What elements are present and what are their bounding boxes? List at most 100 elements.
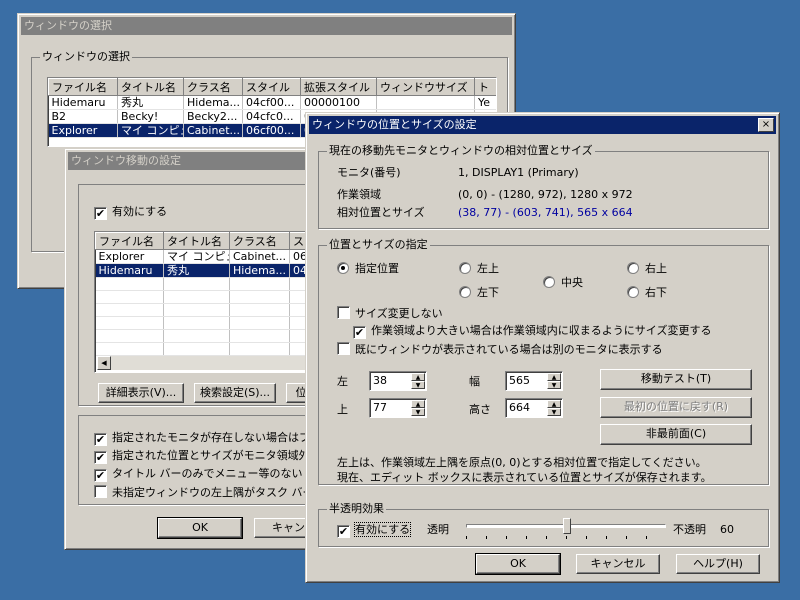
cancel-button[interactable]: キャンセル xyxy=(576,554,660,574)
height-input[interactable]: 664 ▲ ▼ xyxy=(505,398,563,418)
radio-label: 右上 xyxy=(645,262,667,275)
cell-title: 秀丸 xyxy=(117,95,184,110)
spin-up-icon[interactable]: ▲ xyxy=(547,400,561,408)
relpos-value: (38, 77) - (603, 741), 565 x 664 xyxy=(458,206,633,219)
window-select-titlebar[interactable]: ウィンドウの選択 xyxy=(21,17,512,35)
column-header-style[interactable]: スタイル xyxy=(242,78,301,96)
column-header-title[interactable]: タイトル名 xyxy=(117,78,184,96)
top-input[interactable]: 77 ▲ ▼ xyxy=(369,398,427,418)
spin-down-icon[interactable]: ▼ xyxy=(547,408,561,416)
cell-title: マイ コンピュ... xyxy=(163,249,230,264)
no-resize-checkbox[interactable]: サイズ変更しない xyxy=(337,306,443,321)
radio-bottom-right[interactable]: 右下 xyxy=(627,286,667,300)
radio-icon xyxy=(627,262,639,274)
radio-icon xyxy=(627,286,639,298)
fit-resize-label: 作業領域より大きい場合は作業領域内に収まるようにサイズ変更する xyxy=(371,324,712,337)
option-checkbox-taskbar[interactable]: 未指定ウィンドウの左上隅がタスク バー xyxy=(94,485,314,500)
checkbox-empty-icon xyxy=(337,342,350,355)
window-move-settings-dialog: ウィンドウ移動の設定 ✔ 有効にする ファイル名 タイトル名 クラス名 ス Exp… xyxy=(64,148,344,550)
column-header-class[interactable]: クラス名 xyxy=(229,232,290,250)
spin-up-icon[interactable]: ▲ xyxy=(547,373,561,381)
spinner-arrows[interactable]: ▲ ▼ xyxy=(411,373,425,389)
opacity-slider[interactable] xyxy=(466,516,666,540)
spin-down-icon[interactable]: ▼ xyxy=(411,408,425,416)
search-settings-button[interactable]: 検索設定(S)... xyxy=(194,383,276,403)
column-header-exstyle[interactable]: 拡張スタイル xyxy=(300,78,377,96)
cell-topmost: Ye xyxy=(474,95,496,110)
left-input-value: 38 xyxy=(373,374,387,387)
radio-icon xyxy=(543,276,555,288)
monitor-value: 1, DISPLAY1 (Primary) xyxy=(458,166,579,179)
column-header-filename[interactable]: ファイル名 xyxy=(48,78,118,96)
spin-up-icon[interactable]: ▲ xyxy=(411,373,425,381)
cell-style: 06cf00... xyxy=(242,123,301,138)
width-input[interactable]: 565 ▲ ▼ xyxy=(505,371,563,391)
column-header-filename[interactable]: ファイル名 xyxy=(95,232,164,250)
height-label: 高さ xyxy=(469,403,491,416)
window-move-settings-titlebar[interactable]: ウィンドウ移動の設定 xyxy=(68,152,330,170)
cell-class: Hidema... xyxy=(229,263,290,278)
column-header-winsize[interactable]: ウィンドウサイズ xyxy=(376,78,475,96)
column-header-class[interactable]: クラス名 xyxy=(183,78,243,96)
fit-resize-checkbox[interactable]: ✔ 作業領域より大きい場合は作業領域内に収まるようにサイズ変更する xyxy=(353,324,711,339)
option-label: 指定された位置とサイズがモニタ領域外 xyxy=(112,449,310,462)
top-input-value: 77 xyxy=(373,401,387,414)
cell-title: 秀丸 xyxy=(163,263,230,278)
check-icon: ✔ xyxy=(94,433,107,446)
cell-filename: B2 xyxy=(48,109,118,124)
cell-filename: Hidemaru xyxy=(48,95,118,110)
option-checkbox-missing-monitor[interactable]: ✔ 指定されたモニタが存在しない場合はプ xyxy=(94,431,310,446)
detail-view-button-label: 詳細表示(V)... xyxy=(105,386,177,399)
spin-down-icon[interactable]: ▼ xyxy=(547,381,561,389)
cell-filename: Hidemaru xyxy=(95,263,164,278)
ok-button[interactable]: OK xyxy=(157,517,243,539)
slider-thumb[interactable] xyxy=(563,518,571,534)
column-header-topmost[interactable]: ト xyxy=(474,78,496,96)
ok-button[interactable]: OK xyxy=(475,553,561,575)
left-input[interactable]: 38 ▲ ▼ xyxy=(369,371,427,391)
option-checkbox-titlebar-only[interactable]: ✔ タイトル バーのみでメニュー等のない I xyxy=(94,467,309,482)
no-resize-label: サイズ変更しない xyxy=(355,307,443,320)
window-select-group-label: ウィンドウの選択 xyxy=(40,50,132,64)
radio-top-right[interactable]: 右上 xyxy=(627,262,667,276)
cell-style: 04cf00... xyxy=(242,95,301,110)
spinner-arrows[interactable]: ▲ ▼ xyxy=(547,373,561,389)
other-monitor-checkbox[interactable]: 既にウィンドウが表示されている場合は別のモニタに表示する xyxy=(337,342,663,357)
radio-top-left[interactable]: 左上 xyxy=(459,262,499,276)
scroll-left-icon[interactable]: ◀ xyxy=(97,356,111,370)
spinner-arrows[interactable]: ▲ ▼ xyxy=(411,400,425,416)
position-size-titlebar[interactable]: ウィンドウの位置とサイズの設定 × xyxy=(309,116,776,134)
option-label: タイトル バーのみでメニュー等のない I xyxy=(112,467,310,480)
radio-bottom-left[interactable]: 左下 xyxy=(459,286,499,300)
restore-position-button-label: 最初の位置に戻す(R) xyxy=(623,400,729,413)
column-header-title[interactable]: タイトル名 xyxy=(163,232,230,250)
cell-exstyle: 00000100 xyxy=(300,95,377,110)
spin-down-icon[interactable]: ▼ xyxy=(411,381,425,389)
check-icon: ✔ xyxy=(353,326,366,339)
slider-ticks xyxy=(466,536,666,539)
help-button-label: ヘルプ(H) xyxy=(693,557,743,570)
detail-view-button[interactable]: 詳細表示(V)... xyxy=(98,383,184,403)
translucency-enable-checkbox[interactable]: ✔ 有効にする xyxy=(337,522,412,538)
not-topmost-button[interactable]: 非最前面(C) xyxy=(600,424,752,445)
check-icon: ✔ xyxy=(94,469,107,482)
window-select-title: ウィンドウの選択 xyxy=(24,19,112,32)
table-row[interactable]: Hidemaru 秀丸 Hidema... 04cf00... 00000100… xyxy=(48,95,496,110)
spinner-arrows[interactable]: ▲ ▼ xyxy=(547,400,561,416)
radio-specified-position[interactable]: 指定位置 xyxy=(337,262,399,276)
spin-up-icon[interactable]: ▲ xyxy=(411,400,425,408)
radio-icon xyxy=(459,262,471,274)
height-input-value: 664 xyxy=(509,401,530,414)
radio-label: 指定位置 xyxy=(355,262,399,275)
close-icon[interactable]: × xyxy=(758,118,774,132)
restore-position-button[interactable]: 最初の位置に戻す(R) xyxy=(600,397,752,418)
move-test-button[interactable]: 移動テスト(T) xyxy=(600,369,752,390)
radio-center[interactable]: 中央 xyxy=(543,276,583,290)
help-button[interactable]: ヘルプ(H) xyxy=(676,554,760,574)
radio-label: 左下 xyxy=(477,286,499,299)
option-checkbox-out-of-area[interactable]: ✔ 指定された位置とサイズがモニタ領域外 xyxy=(94,449,310,464)
cancel-button-label: キャンセル xyxy=(590,557,646,570)
cell-class: Cabinet... xyxy=(183,123,243,138)
position-size-group-label: 位置とサイズの指定 xyxy=(327,238,430,252)
move-enable-checkbox[interactable]: ✔ 有効にする xyxy=(94,205,167,220)
